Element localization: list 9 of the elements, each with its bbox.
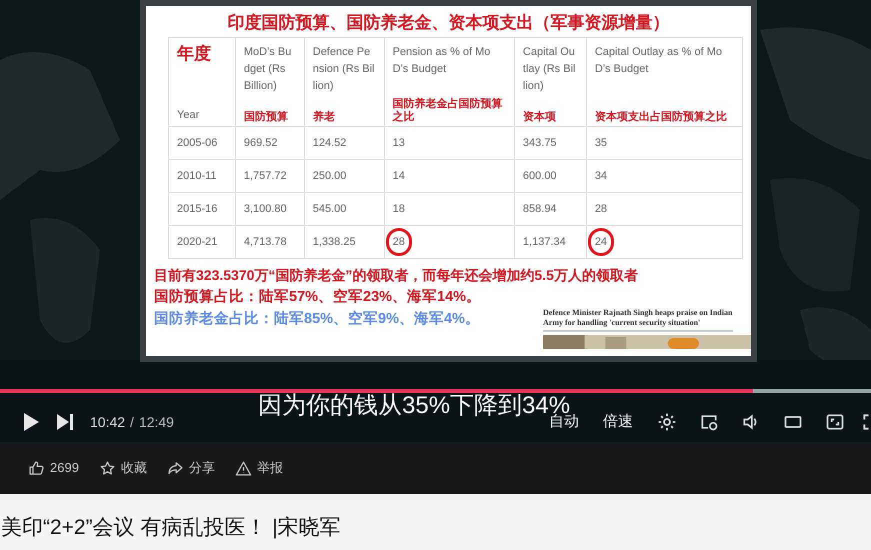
video-title: 美印“2+2”会议 有病乱投医！ |宋晓军 [0,515,341,541]
action-button[interactable]: 2699 [28,458,79,478]
warning-icon [234,460,252,476]
action-button[interactable]: 举报 [234,458,283,478]
thumbs-up-icon [28,460,45,476]
share-icon [166,460,184,476]
action-button[interactable]: 分享 [166,458,215,478]
star-icon [98,460,116,476]
action-button[interactable]: 收藏 [98,458,147,478]
